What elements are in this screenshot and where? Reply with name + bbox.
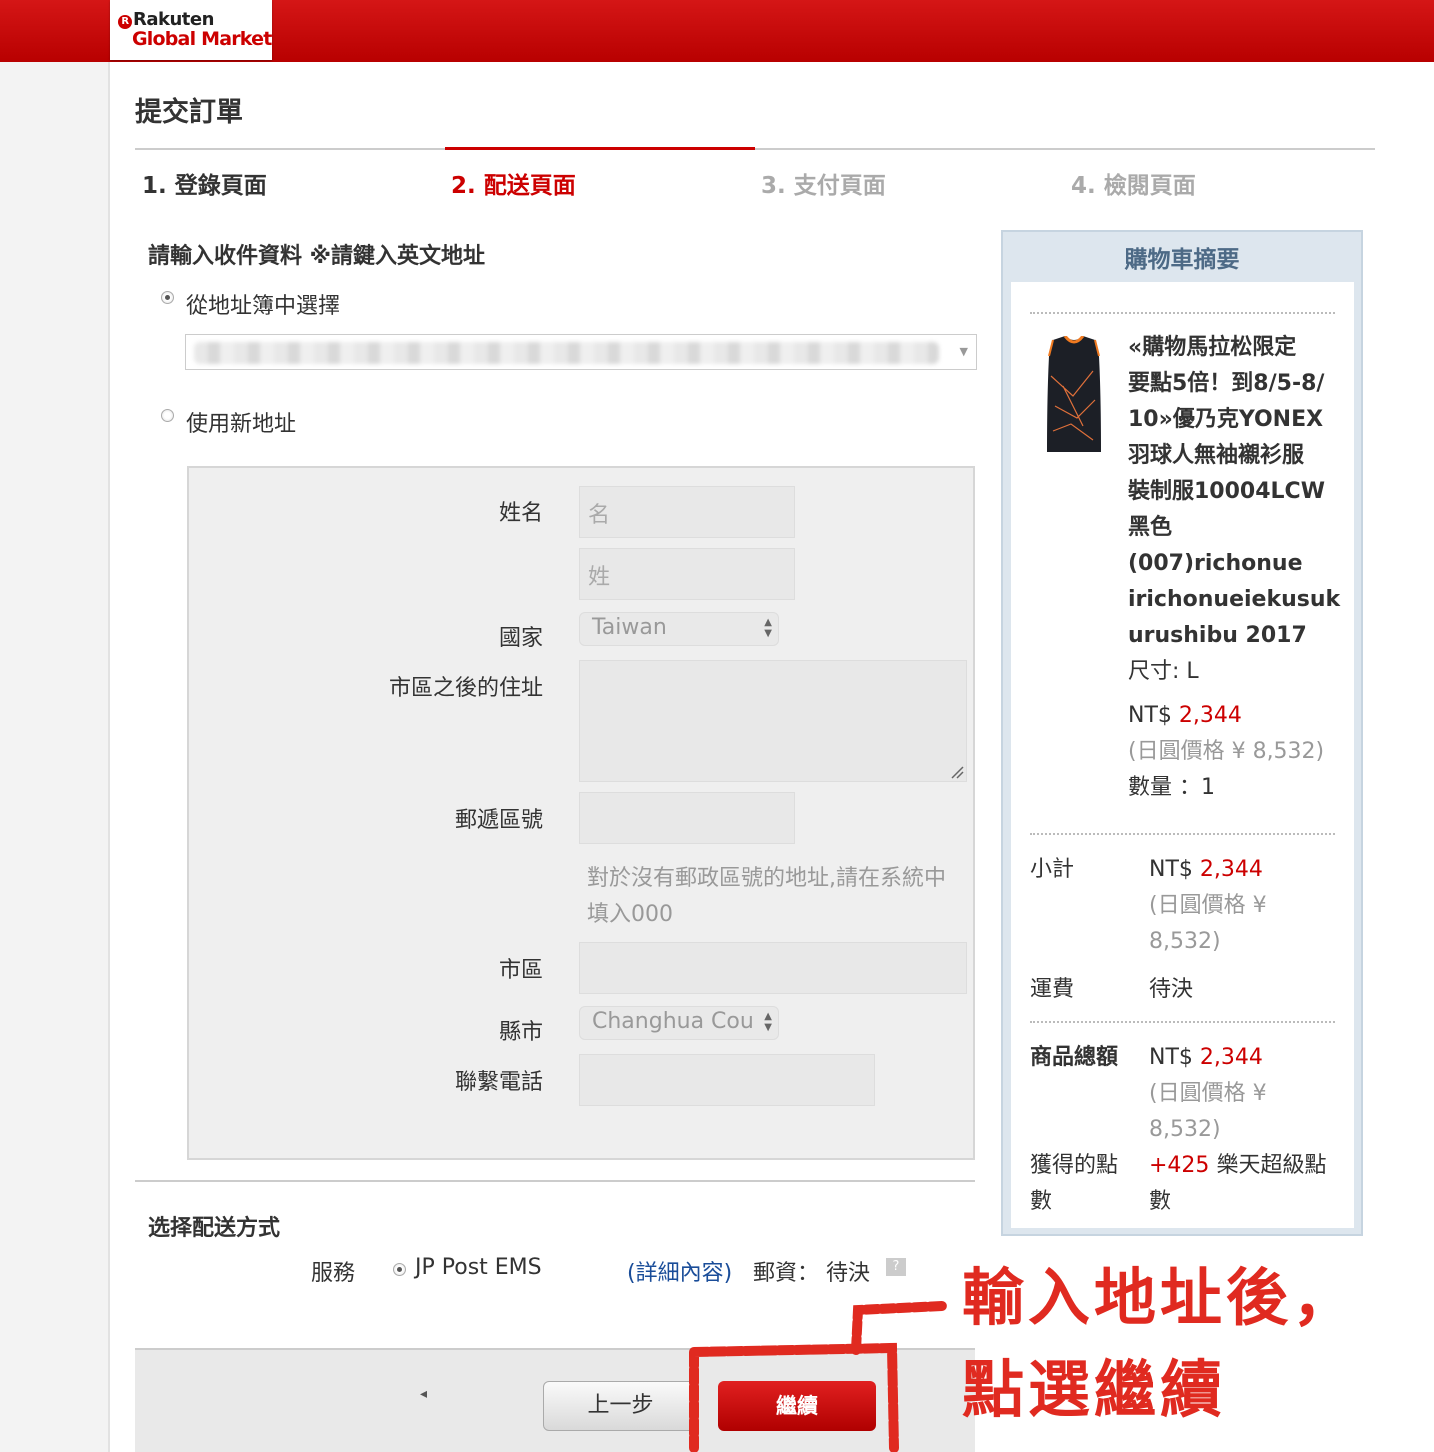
street-textarea[interactable] — [579, 660, 967, 782]
total-jpy-cont: 8,532) — [1149, 1117, 1221, 1142]
updown-arrow-icon: ▲ ▼ — [764, 617, 772, 639]
county-select[interactable]: Changhua Cou ▲ ▼ — [579, 1006, 779, 1040]
country-select[interactable]: Taiwan ▲ ▼ — [579, 612, 779, 646]
radio-new-address[interactable] — [161, 409, 174, 422]
product-name-line: 羽球人無袖襯衫服 — [1128, 443, 1305, 468]
county-label: 縣市 — [498, 1020, 543, 1045]
section-divider — [135, 1180, 975, 1182]
logo-wordmark: R Rakuten — [118, 9, 214, 30]
step-review: 4. 檢閱頁面 — [1071, 173, 1196, 199]
product-name-line: 10»優乃克YONEX — [1128, 407, 1324, 432]
total-label: 商品總額 — [1030, 1045, 1119, 1070]
logo-r-mark: R — [118, 15, 132, 29]
zip-hint: 對於沒有郵政區號的地址,請在系統中填入000 — [587, 866, 946, 927]
city-label: 市區 — [498, 958, 543, 983]
first-name-field[interactable]: 名 — [579, 486, 795, 538]
updown-arrow-icon: ▲ ▼ — [764, 1011, 772, 1033]
product-thumbnail[interactable] — [1043, 336, 1105, 458]
step-payment: 3. 支付頁面 — [761, 173, 886, 199]
last-name-field[interactable]: 姓 — [579, 548, 795, 600]
page-title: 提交訂單 — [135, 97, 243, 128]
shipping-heading: 选择配送方式 — [148, 1216, 281, 1241]
phone-label: 聯繫電話 — [454, 1070, 543, 1095]
shipping-fee-label: 運費 — [1030, 977, 1075, 1002]
back-button[interactable]: 上一步 — [543, 1381, 698, 1431]
annotation-line: 點選繼續 — [962, 1353, 1227, 1426]
product-name-line: irichonueiekusuk — [1128, 587, 1341, 612]
product-quantity: 數量 ：1 — [1128, 775, 1215, 800]
cart-divider — [1030, 312, 1335, 314]
subtotal-value: NT$ 2,344 — [1149, 857, 1263, 882]
address-book-label[interactable]: 從地址簿中選擇 — [186, 288, 340, 320]
county-value: Changhua Cou — [592, 1009, 754, 1034]
new-address-label[interactable]: 使用新地址 — [186, 406, 296, 438]
radio-jp-post-ems[interactable] — [393, 1263, 406, 1276]
total-jpy: (日圓價格 ¥ — [1149, 1081, 1267, 1106]
zip-label: 郵遞區號 — [454, 808, 543, 833]
resize-handle-icon[interactable] — [950, 765, 964, 779]
step-delivery: 2. 配送頁面 — [451, 173, 576, 199]
service-option-label[interactable]: JP Post EMS — [415, 1255, 542, 1280]
help-icon[interactable]: ? — [886, 1258, 906, 1276]
country-label: 國家 — [498, 626, 543, 651]
product-name-line: 裝制服10004LCW — [1128, 479, 1325, 504]
product-price: NT$ 2,344 — [1128, 703, 1242, 728]
address-book-select[interactable]: .. ▼ — [185, 334, 1125, 370]
product-name-line: urushibu 2017 — [1128, 623, 1307, 648]
product-name-line: 要點5倍！到8/5-8/ — [1128, 371, 1325, 396]
cart-divider — [1030, 1021, 1335, 1023]
address-heading: 請輸入收件資料 ※請鍵入英文地址 — [148, 244, 486, 269]
chevron-down-icon: ▼ — [959, 345, 968, 358]
annotation-highlight-box — [689, 1301, 947, 1452]
points-suffix-cont: 數 — [1149, 1189, 1172, 1214]
annotation-text: 輸入地址後， 點選繼續 — [962, 1252, 1358, 1436]
details-link[interactable]: (詳細內容) — [627, 1255, 732, 1287]
name-label: 姓名 — [498, 501, 543, 526]
cart-divider — [1030, 833, 1335, 835]
steps-progress-track — [135, 148, 1375, 150]
logo-global-market: Global Market — [132, 28, 272, 50]
product-name-line: 黑色(007)richonue — [1128, 515, 1303, 576]
points-value: +425 樂天超級點 — [1149, 1153, 1327, 1178]
phone-field[interactable] — [579, 1054, 875, 1106]
cart-summary-title: 購物車摘要 — [1124, 247, 1240, 273]
step-login: 1. 登錄頁面 — [142, 173, 267, 199]
product-name-line: «購物馬拉松限定 — [1128, 335, 1297, 360]
postage-text: 郵資： 待決 — [753, 1261, 870, 1286]
product-size: 尺寸: L — [1128, 659, 1199, 684]
subtotal-jpy: (日圓價格 ¥ — [1149, 893, 1267, 918]
subtotal-jpy-cont: 8,532) — [1149, 929, 1221, 954]
radio-address-book[interactable] — [161, 291, 174, 304]
annotation-line: 輸入地址後， — [962, 1261, 1359, 1334]
street-label: 市區之後的住址 — [388, 676, 543, 701]
rakuten-logo[interactable]: R Rakuten Global Market — [110, 0, 272, 60]
subtotal-label: 小計 — [1030, 857, 1075, 882]
total-value: NT$ 2,344 — [1149, 1045, 1263, 1070]
points-label: 獲得的點 — [1030, 1153, 1119, 1178]
country-value: Taiwan — [592, 615, 667, 640]
service-label: 服務 — [311, 1261, 356, 1286]
steps-active-indicator — [445, 147, 755, 150]
product-name[interactable]: «購物馬拉松限定 要點5倍！到8/5-8/ 10»優乃克YONEX 羽球人無袖襯… — [1128, 330, 1343, 654]
city-field[interactable] — [579, 942, 967, 994]
zip-field[interactable] — [579, 792, 795, 844]
shipping-fee-value: 待決 — [1149, 977, 1194, 1002]
redacted-address — [194, 342, 939, 364]
points-label-cont: 數 — [1030, 1189, 1053, 1214]
small-left-arrow-icon: ◂ — [420, 1386, 428, 1402]
price-value: 2,344 — [1178, 703, 1242, 728]
product-jpy-price: (日圓價格 ¥ 8,532) — [1128, 739, 1325, 764]
